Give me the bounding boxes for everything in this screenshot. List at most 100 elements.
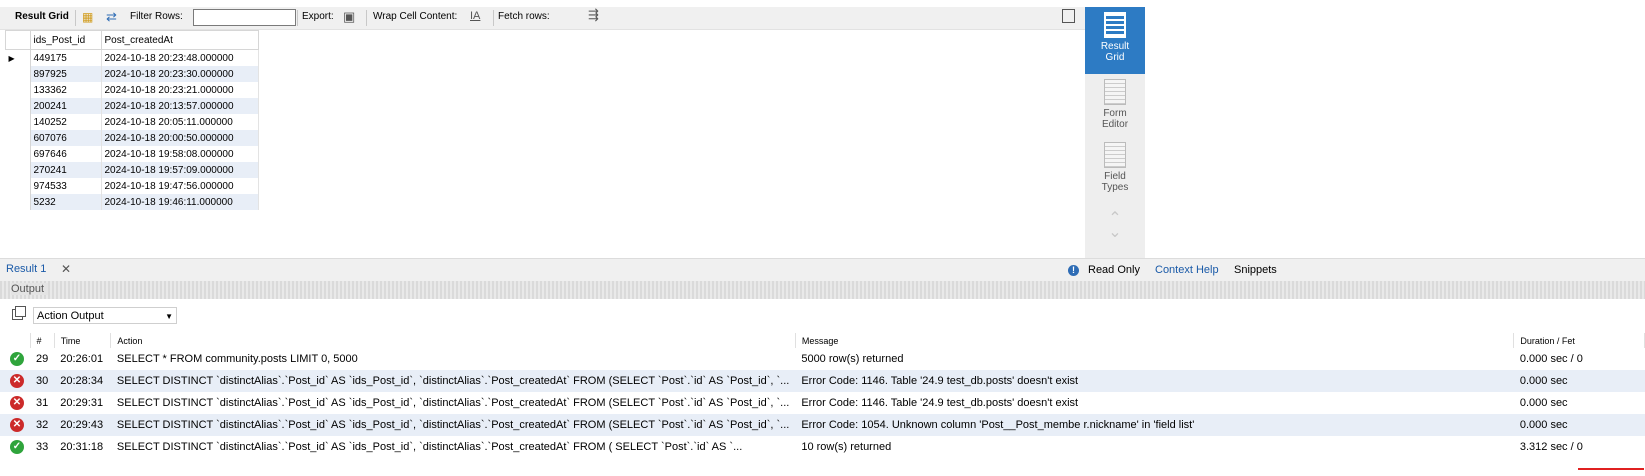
side-button-label: Form — [1103, 108, 1127, 119]
grid-cell[interactable]: 449175 — [30, 49, 102, 66]
copy-icon[interactable] — [12, 306, 26, 320]
error-icon: ✕ — [10, 396, 24, 410]
grid-cell[interactable]: 200241 — [30, 98, 102, 114]
grid-cell[interactable]: 2024-10-18 20:23:30.000000 — [101, 66, 259, 82]
duration-highlight-underline — [1578, 468, 1644, 470]
side-button-label: Types — [1101, 182, 1129, 193]
grid-cell[interactable]: 607076 — [30, 130, 102, 146]
action-output-select[interactable]: Action Output ▼ — [33, 307, 177, 324]
form-editor-icon — [1104, 79, 1126, 105]
grid-row[interactable]: 270241 2024-10-18 19:57:09.000000 — [5, 162, 259, 178]
row-header — [5, 82, 31, 98]
result-tab-bar: Result 1 ✕ ! Read Only — [0, 258, 1145, 282]
row-header — [5, 66, 31, 82]
grid-cell[interactable]: 2024-10-18 20:23:21.000000 — [101, 82, 259, 98]
output-message: Error Code: 1146. Table '24.9 test_db.po… — [801, 397, 1079, 409]
grid-cell[interactable]: 974533 — [30, 178, 102, 194]
tab-snippets[interactable]: Snippets — [1234, 264, 1277, 276]
grid-cell[interactable]: 2024-10-18 20:00:50.000000 — [101, 130, 259, 146]
column-header[interactable]: # — [30, 333, 55, 348]
column-header[interactable]: Message — [795, 333, 1515, 348]
output-time: 20:29:43 — [54, 414, 111, 436]
success-icon: ✓ — [10, 352, 24, 366]
grid-cell[interactable]: 2024-10-18 19:57:09.000000 — [101, 162, 259, 178]
grid-cell[interactable]: 2024-10-18 19:58:08.000000 — [101, 146, 259, 162]
grid-cell[interactable]: 270241 — [30, 162, 102, 178]
wrap-text-icon[interactable]: IA — [470, 10, 480, 22]
output-header-row: # Time Action Message Duration / Fet — [0, 333, 1645, 348]
row-header — [5, 178, 31, 194]
output-message: 5000 row(s) returned — [801, 353, 904, 365]
column-header[interactable]: Duration / Fet — [1513, 333, 1645, 348]
info-icon: ! — [1068, 265, 1079, 276]
grid-row[interactable]: 5232 2024-10-18 19:46:11.000000 — [5, 194, 259, 210]
output-duration: 0.000 sec / 0 — [1519, 353, 1583, 365]
grid-cell[interactable]: 2024-10-18 19:47:56.000000 — [101, 178, 259, 194]
output-row[interactable]: ✓ 29 20:26:01 SELECT * FROM community.po… — [0, 348, 1645, 370]
success-icon: ✓ — [10, 440, 24, 454]
grid-row[interactable]: 140252 2024-10-18 20:05:11.000000 — [5, 114, 259, 130]
status-cell: ✓ — [0, 436, 30, 458]
error-icon: ✕ — [10, 418, 24, 432]
row-header — [5, 194, 31, 210]
grid-row[interactable]: 974533 2024-10-18 19:47:56.000000 — [5, 178, 259, 194]
output-duration: 3.312 sec / 0 — [1519, 441, 1583, 453]
field-types-side-button[interactable]: Field Types — [1085, 140, 1145, 198]
grid-cell[interactable]: 697646 — [30, 146, 102, 162]
column-header[interactable]: Post_createdAt — [100, 30, 259, 50]
output-row[interactable]: ✕ 31 20:29:31 SELECT DISTINCT `distinctA… — [0, 392, 1645, 414]
result-grid-label: Result Grid — [15, 11, 69, 22]
grid-row[interactable]: 607076 2024-10-18 20:00:50.000000 — [5, 130, 259, 146]
fetch-next-icon[interactable]: ⇶ — [588, 7, 599, 23]
grid-cell[interactable]: 5232 — [30, 194, 102, 210]
row-header — [5, 114, 31, 130]
result-grid-side-button[interactable]: Result Grid — [1085, 7, 1145, 74]
column-header[interactable]: Time — [54, 333, 112, 348]
status-cell: ✕ — [0, 414, 30, 436]
output-duration: 0.000 sec — [1513, 414, 1645, 436]
grid-row[interactable]: ▶ 449175 2024-10-18 20:23:48.000000 — [5, 49, 259, 66]
grid-cell[interactable]: 2024-10-18 20:13:57.000000 — [101, 98, 259, 114]
filter-rows-input[interactable] — [193, 9, 296, 26]
output-action: SELECT DISTINCT `distinctAlias`.`Post_id… — [110, 414, 796, 436]
toggle-panel-icon[interactable] — [1062, 9, 1075, 23]
result-side-panel: Result Grid Form Editor Field Types ⌃ ⌄ — [1085, 7, 1145, 259]
grid-cell[interactable]: 2024-10-18 20:23:48.000000 — [101, 49, 259, 66]
output-row[interactable]: ✕ 32 20:29:43 SELECT DISTINCT `distinctA… — [0, 414, 1645, 436]
form-editor-side-button[interactable]: Form Editor — [1085, 77, 1145, 135]
grid-row[interactable]: 697646 2024-10-18 19:58:08.000000 — [5, 146, 259, 162]
grid-row[interactable]: 133362 2024-10-18 20:23:21.000000 — [5, 82, 259, 98]
toolbar-divider — [366, 10, 367, 26]
output-action: SELECT DISTINCT `distinctAlias`.`Post_id… — [110, 370, 796, 392]
output-action: SELECT DISTINCT `distinctAlias`.`Post_id… — [116, 441, 743, 453]
current-row-indicator: ▶ — [5, 49, 31, 66]
column-header[interactable]: Action — [110, 333, 796, 348]
output-time: 20:28:34 — [54, 370, 111, 392]
grid-row[interactable]: 200241 2024-10-18 20:13:57.000000 — [5, 98, 259, 114]
tab-context-help[interactable]: Context Help — [1155, 264, 1219, 276]
scroll-panel-icon[interactable]: ⌃ ⌄ — [1085, 211, 1145, 242]
grid-header-row: ids_Post_id Post_createdAt — [5, 30, 259, 50]
output-row[interactable]: ✕ 30 20:28:34 SELECT DISTINCT `distinctA… — [0, 370, 1645, 392]
grid-cell[interactable]: 133362 — [30, 82, 102, 98]
close-icon[interactable]: ✕ — [61, 262, 71, 276]
output-row[interactable]: ✓ 33 20:31:18 SELECT DISTINCT `distinctA… — [0, 436, 1645, 458]
output-message: 10 row(s) returned — [801, 441, 892, 453]
side-button-label: Field — [1104, 171, 1126, 182]
export-icon[interactable]: ▣ — [343, 9, 355, 25]
output-num: 29 — [36, 353, 49, 365]
grid-icon[interactable]: ▦ — [82, 10, 93, 24]
grid-cell[interactable]: 2024-10-18 19:46:11.000000 — [101, 194, 259, 210]
filter-rows-label: Filter Rows: — [130, 11, 183, 22]
column-header[interactable]: ids_Post_id — [29, 30, 102, 50]
grid-cell[interactable]: 2024-10-18 20:05:11.000000 — [101, 114, 259, 130]
refresh-icon[interactable]: ⇄ — [106, 9, 117, 25]
output-time: 20:26:01 — [60, 353, 104, 365]
tab-result-1[interactable]: Result 1 — [6, 263, 46, 275]
wrap-cell-label: Wrap Cell Content: — [373, 11, 458, 22]
status-cell: ✓ — [0, 348, 30, 370]
grid-cell[interactable]: 897925 — [30, 66, 102, 82]
output-time: 20:31:18 — [60, 441, 104, 453]
grid-row[interactable]: 897925 2024-10-18 20:23:30.000000 — [5, 66, 259, 82]
grid-cell[interactable]: 140252 — [30, 114, 102, 130]
